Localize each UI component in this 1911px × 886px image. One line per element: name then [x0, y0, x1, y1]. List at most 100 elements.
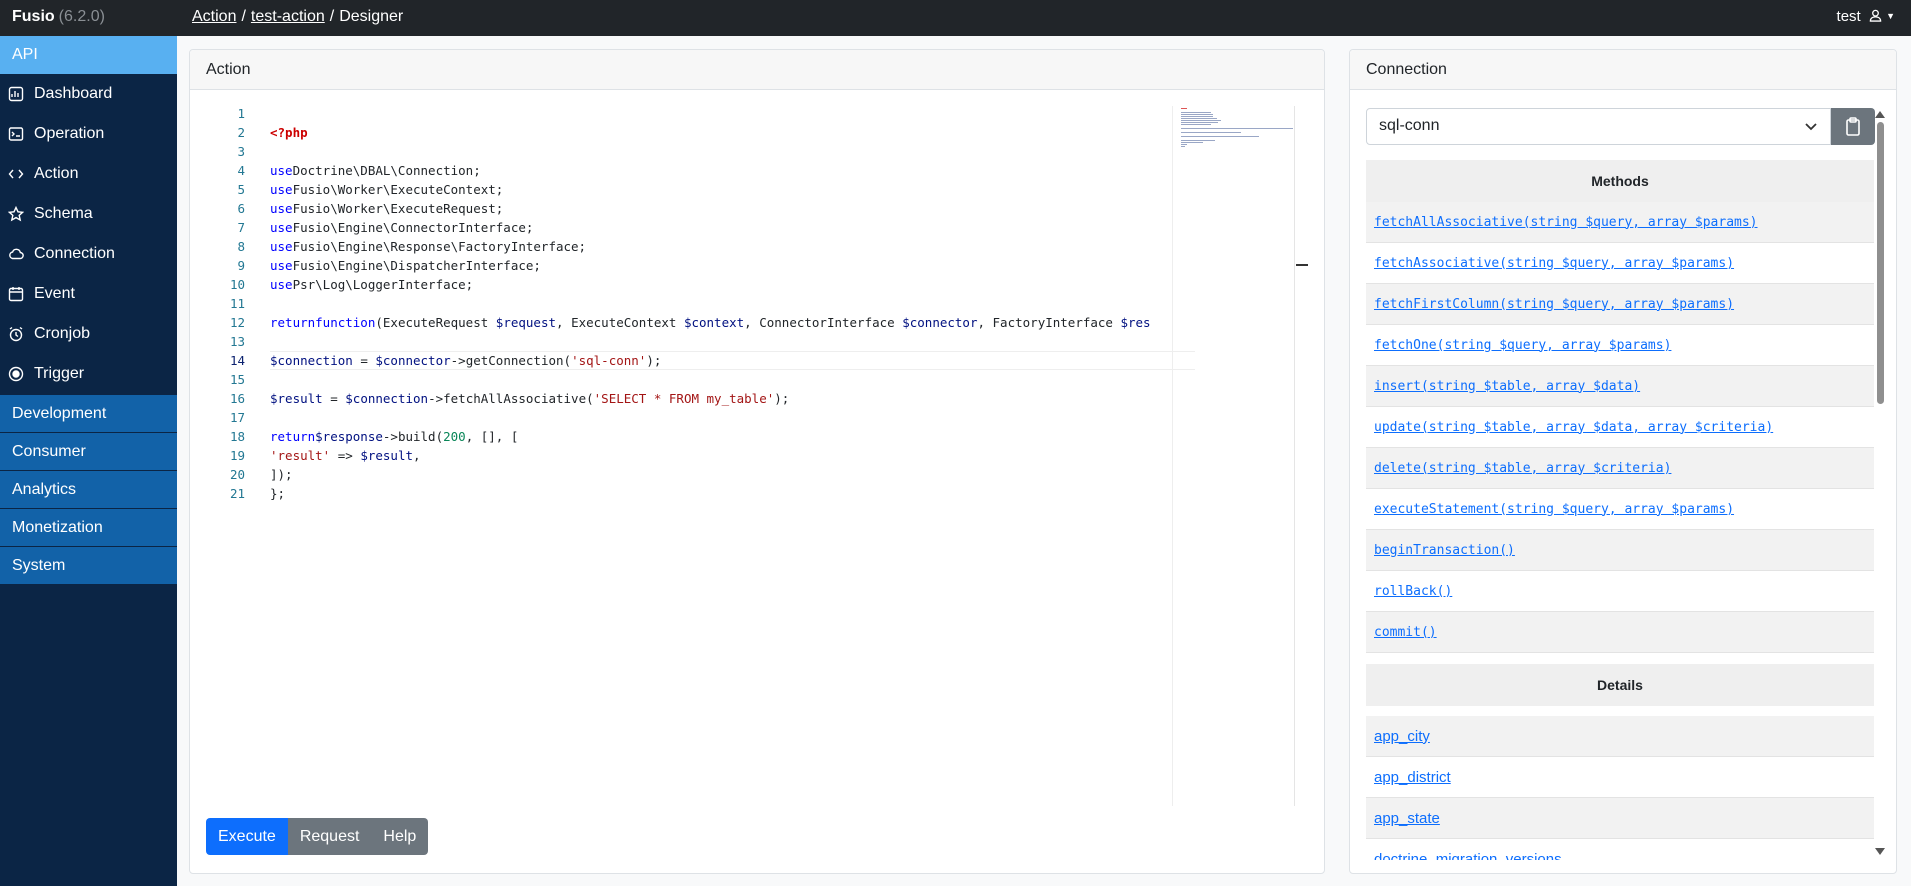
methods-items: fetchAllAssociative(string $query, array… [1366, 202, 1874, 653]
sidebar-item-operation[interactable]: Operation [0, 114, 177, 154]
terminal-icon [8, 127, 24, 141]
list-item: app_city [1366, 716, 1874, 757]
sidebar-item-label: Dashboard [34, 85, 113, 102]
help-button[interactable]: Help [371, 818, 429, 855]
method-link[interactable]: fetchOne(string $query, array $params) [1374, 338, 1671, 353]
method-link[interactable]: commit() [1374, 625, 1437, 640]
breadcrumb-action-link[interactable]: Action [192, 8, 236, 25]
line-number: 16 [229, 391, 245, 406]
sidebar-group-monetization[interactable]: Monetization [0, 508, 177, 546]
chevron-down-icon [1805, 123, 1817, 131]
method-link[interactable]: fetchAllAssociative(string $query, array… [1374, 215, 1758, 230]
star-icon [8, 206, 24, 222]
line-number: 13 [229, 334, 245, 349]
list-item: doctrine_migration_versions [1366, 839, 1874, 861]
sidebar-group-analytics[interactable]: Analytics [0, 470, 177, 508]
line-number: 19 [229, 448, 245, 463]
table-link[interactable]: app_district [1374, 769, 1451, 786]
method-link[interactable]: fetchFirstColumn(string $query, array $p… [1374, 297, 1734, 312]
details-list: Details app_city app_district app_state … [1366, 664, 1874, 860]
copy-button[interactable] [1831, 108, 1875, 145]
table-link[interactable]: doctrine_migration_versions [1374, 851, 1562, 861]
execute-button[interactable]: Execute [206, 818, 288, 855]
scrollbar-thumb[interactable] [1877, 122, 1884, 404]
connection-select-value: sql-conn [1379, 117, 1440, 134]
connection-select[interactable]: sql-conn [1366, 108, 1831, 145]
list-item: delete(string $table, array $criteria) [1366, 448, 1874, 489]
sidebar-group-api[interactable]: API [0, 36, 177, 74]
code-editor[interactable]: 1 <?php 2 3 use Doctrine\DBAL\Connection; … [195, 104, 1195, 804]
chevron-down-icon: ▼ [1886, 11, 1895, 21]
list-item: beginTransaction() [1366, 530, 1874, 571]
person-icon [1869, 9, 1882, 22]
clipboard-icon [1846, 117, 1860, 136]
sidebar-item-dashboard[interactable]: Dashboard [0, 74, 177, 114]
sidebar-item-label: Trigger [34, 365, 85, 382]
list-item: commit() [1366, 612, 1874, 653]
connection-panel-title: Connection [1350, 50, 1896, 90]
details-header: Details [1366, 664, 1874, 706]
line-number: 5 [237, 182, 245, 197]
line-number: 20 [229, 467, 245, 482]
sidebar-item-label: Operation [34, 125, 105, 142]
breadcrumb-current: Designer [339, 8, 404, 25]
sidebar-item-schema[interactable]: Schema [0, 194, 177, 234]
sidebar-item-label: Cronjob [34, 325, 91, 342]
table-link[interactable]: app_state [1374, 810, 1440, 827]
line-number: 15 [229, 372, 245, 387]
sidebar-item-trigger[interactable]: Trigger [0, 354, 177, 394]
table-link[interactable]: app_city [1374, 728, 1430, 745]
sidebar: API Dashboard Operation Action Schema Co… [0, 36, 177, 886]
top-navbar: Fusio (6.2.0) Action / test-action / Designer… [0, 0, 1911, 36]
sidebar-item-label: Schema [34, 205, 93, 222]
overview-ruler-cursor [1296, 264, 1308, 266]
sidebar-item-label: Connection [34, 245, 115, 262]
line-number: 7 [237, 220, 245, 235]
sidebar-item-label: Action [34, 165, 79, 182]
user-name[interactable]: test [1837, 8, 1861, 25]
user-menu[interactable]: test ▼ [1837, 8, 1895, 25]
line-number-active: 14 [229, 353, 245, 368]
sidebar-group-system[interactable]: System [0, 546, 177, 584]
sidebar-item-event[interactable]: Event [0, 274, 177, 314]
scroll-down-arrow[interactable] [1875, 848, 1885, 855]
methods-list: Methods [1366, 160, 1874, 202]
sidebar-group-development[interactable]: Development [0, 394, 177, 432]
sidebar-item-connection[interactable]: Connection [0, 234, 177, 274]
breadcrumb-test-action-link[interactable]: test-action [251, 8, 325, 25]
line-number: 18 [229, 429, 245, 444]
action-button-group: Execute Request Help [206, 818, 429, 855]
line-number: 4 [237, 163, 245, 178]
cloud-icon [9, 248, 24, 260]
method-link[interactable]: beginTransaction() [1374, 543, 1515, 558]
method-link[interactable]: insert(string $table, array $data) [1374, 379, 1640, 394]
dashboard-icon [8, 86, 24, 102]
methods-header: Methods [1366, 160, 1874, 202]
method-link[interactable]: delete(string $table, array $criteria) [1374, 461, 1671, 476]
brand-version: (6.2.0) [58, 8, 105, 25]
scroll-up-arrow[interactable] [1875, 111, 1885, 118]
current-line-highlight [270, 351, 1195, 370]
method-link[interactable]: fetchAssociative(string $query, array $p… [1374, 256, 1734, 271]
line-number: 21 [229, 486, 245, 501]
line-number: 3 [237, 144, 245, 159]
brand[interactable]: Fusio (6.2.0) [12, 8, 105, 26]
breadcrumb-separator: / [329, 8, 335, 25]
method-link[interactable]: rollBack() [1374, 584, 1452, 599]
request-button[interactable]: Request [287, 818, 372, 855]
record-icon [8, 366, 24, 382]
sidebar-item-cronjob[interactable]: Cronjob [0, 314, 177, 354]
method-link[interactable]: update(string $table, array $data, array… [1374, 420, 1773, 435]
sidebar-item-label: Event [34, 285, 75, 302]
list-item: fetchAllAssociative(string $query, array… [1366, 202, 1874, 243]
code-minimap[interactable] [1172, 106, 1294, 806]
list-item: executeStatement(string $query, array $p… [1366, 489, 1874, 530]
sidebar-item-action[interactable]: Action [0, 154, 177, 194]
breadcrumb-separator: / [241, 8, 246, 25]
brand-name[interactable]: Fusio [12, 8, 55, 25]
method-link[interactable]: executeStatement(string $query, array $p… [1374, 502, 1734, 517]
line-number: 9 [237, 258, 245, 273]
breadcrumb: Action / test-action / Designer [192, 8, 403, 26]
line-number: 11 [229, 296, 245, 311]
sidebar-group-consumer[interactable]: Consumer [0, 432, 177, 470]
